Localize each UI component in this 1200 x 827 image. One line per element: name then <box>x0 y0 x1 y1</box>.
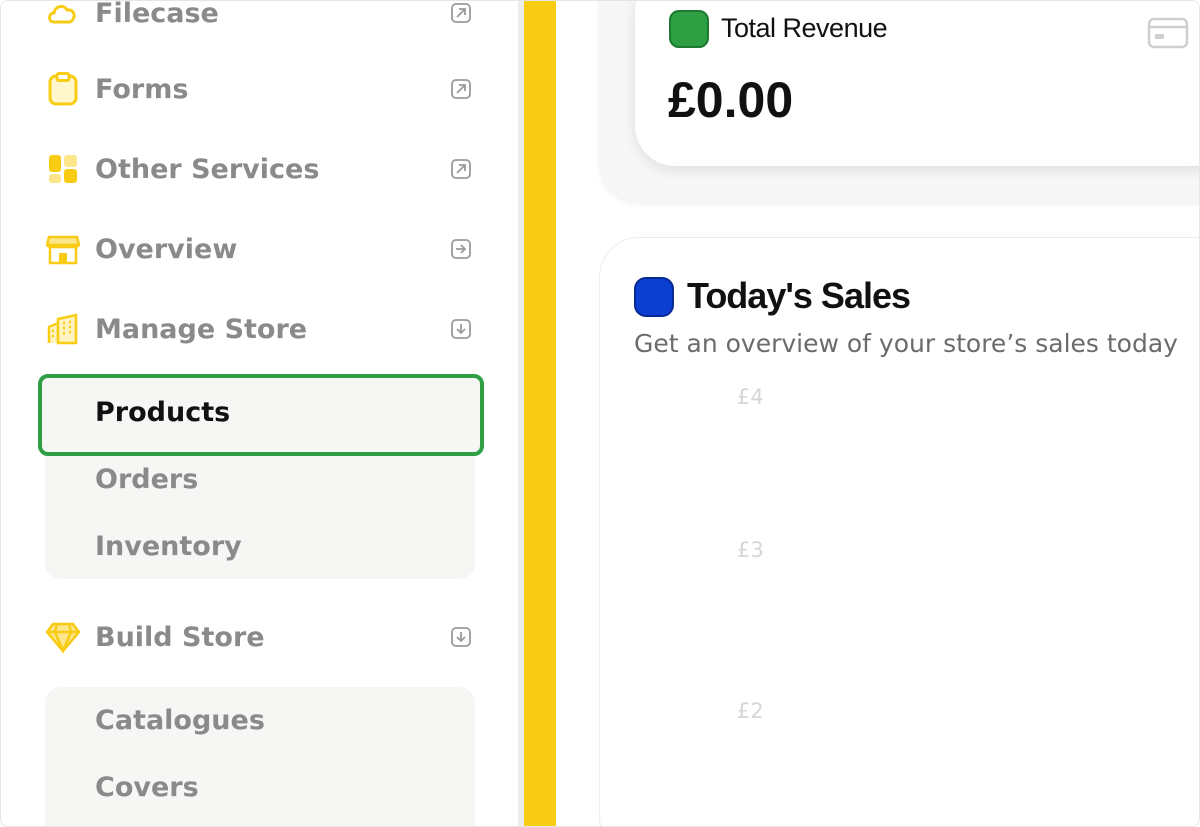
external-link-icon <box>449 1 473 25</box>
sidebar-item-build-store[interactable]: Build Store <box>45 609 475 665</box>
clipboard-icon <box>45 71 81 107</box>
revenue-badge-icon <box>669 10 709 48</box>
todays-sales-subtitle: Get an overview of your store’s sales to… <box>634 329 1178 358</box>
cloud-icon <box>45 1 81 31</box>
sidebar-subitem-label-products: Products <box>95 397 231 428</box>
external-link-icon <box>449 77 473 101</box>
sidebar-item-overview[interactable]: Overview <box>45 221 475 277</box>
arrow-right-box-icon <box>449 237 473 261</box>
total-revenue-title: Total Revenue <box>721 13 888 43</box>
grid-icon <box>45 151 81 187</box>
arrow-down-box-icon <box>449 317 473 341</box>
sales-badge-icon <box>634 277 674 317</box>
todays-sales-title: Today's Sales <box>687 275 911 316</box>
sidebar-item-label: Other Services <box>95 153 320 185</box>
app-window: Filecase Forms Other Services Overview M… <box>0 0 1200 827</box>
total-revenue-value: £0.00 <box>668 72 794 128</box>
sidebar-subitem-catalogues[interactable]: Catalogues <box>95 705 265 736</box>
sidebar-item-label: Filecase <box>95 0 219 29</box>
sidebar-item-label: Manage Store <box>95 313 308 345</box>
y-axis-tick: £4 <box>737 385 764 409</box>
sidebar-subitem-inventory[interactable]: Inventory <box>95 531 242 562</box>
accent-bar <box>524 1 556 826</box>
todays-sales-card <box>599 237 1199 826</box>
external-link-icon <box>449 157 473 181</box>
sidebar-item-label: Build Store <box>95 621 265 653</box>
sidebar-item-label: Overview <box>95 233 238 265</box>
sidebar-item-filecase[interactable]: Filecase <box>45 0 475 41</box>
y-axis-tick: £3 <box>737 538 764 562</box>
sidebar-item-forms[interactable]: Forms <box>45 61 475 117</box>
sidebar-subitem-covers[interactable]: Covers <box>95 772 199 803</box>
sidebar-item-manage-store[interactable]: Manage Store <box>45 301 475 357</box>
sidebar-subitem-orders[interactable]: Orders <box>95 464 198 495</box>
arrow-down-box-icon <box>449 625 473 649</box>
credit-card-icon <box>1147 17 1189 49</box>
diamond-icon <box>45 619 81 655</box>
sidebar: Filecase Forms Other Services Overview M… <box>1 0 518 826</box>
sidebar-item-other-services[interactable]: Other Services <box>45 141 475 197</box>
y-axis-tick: £2 <box>737 699 764 723</box>
buildings-icon <box>45 311 81 347</box>
sidebar-item-label: Forms <box>95 73 189 105</box>
storefront-icon <box>45 231 81 267</box>
